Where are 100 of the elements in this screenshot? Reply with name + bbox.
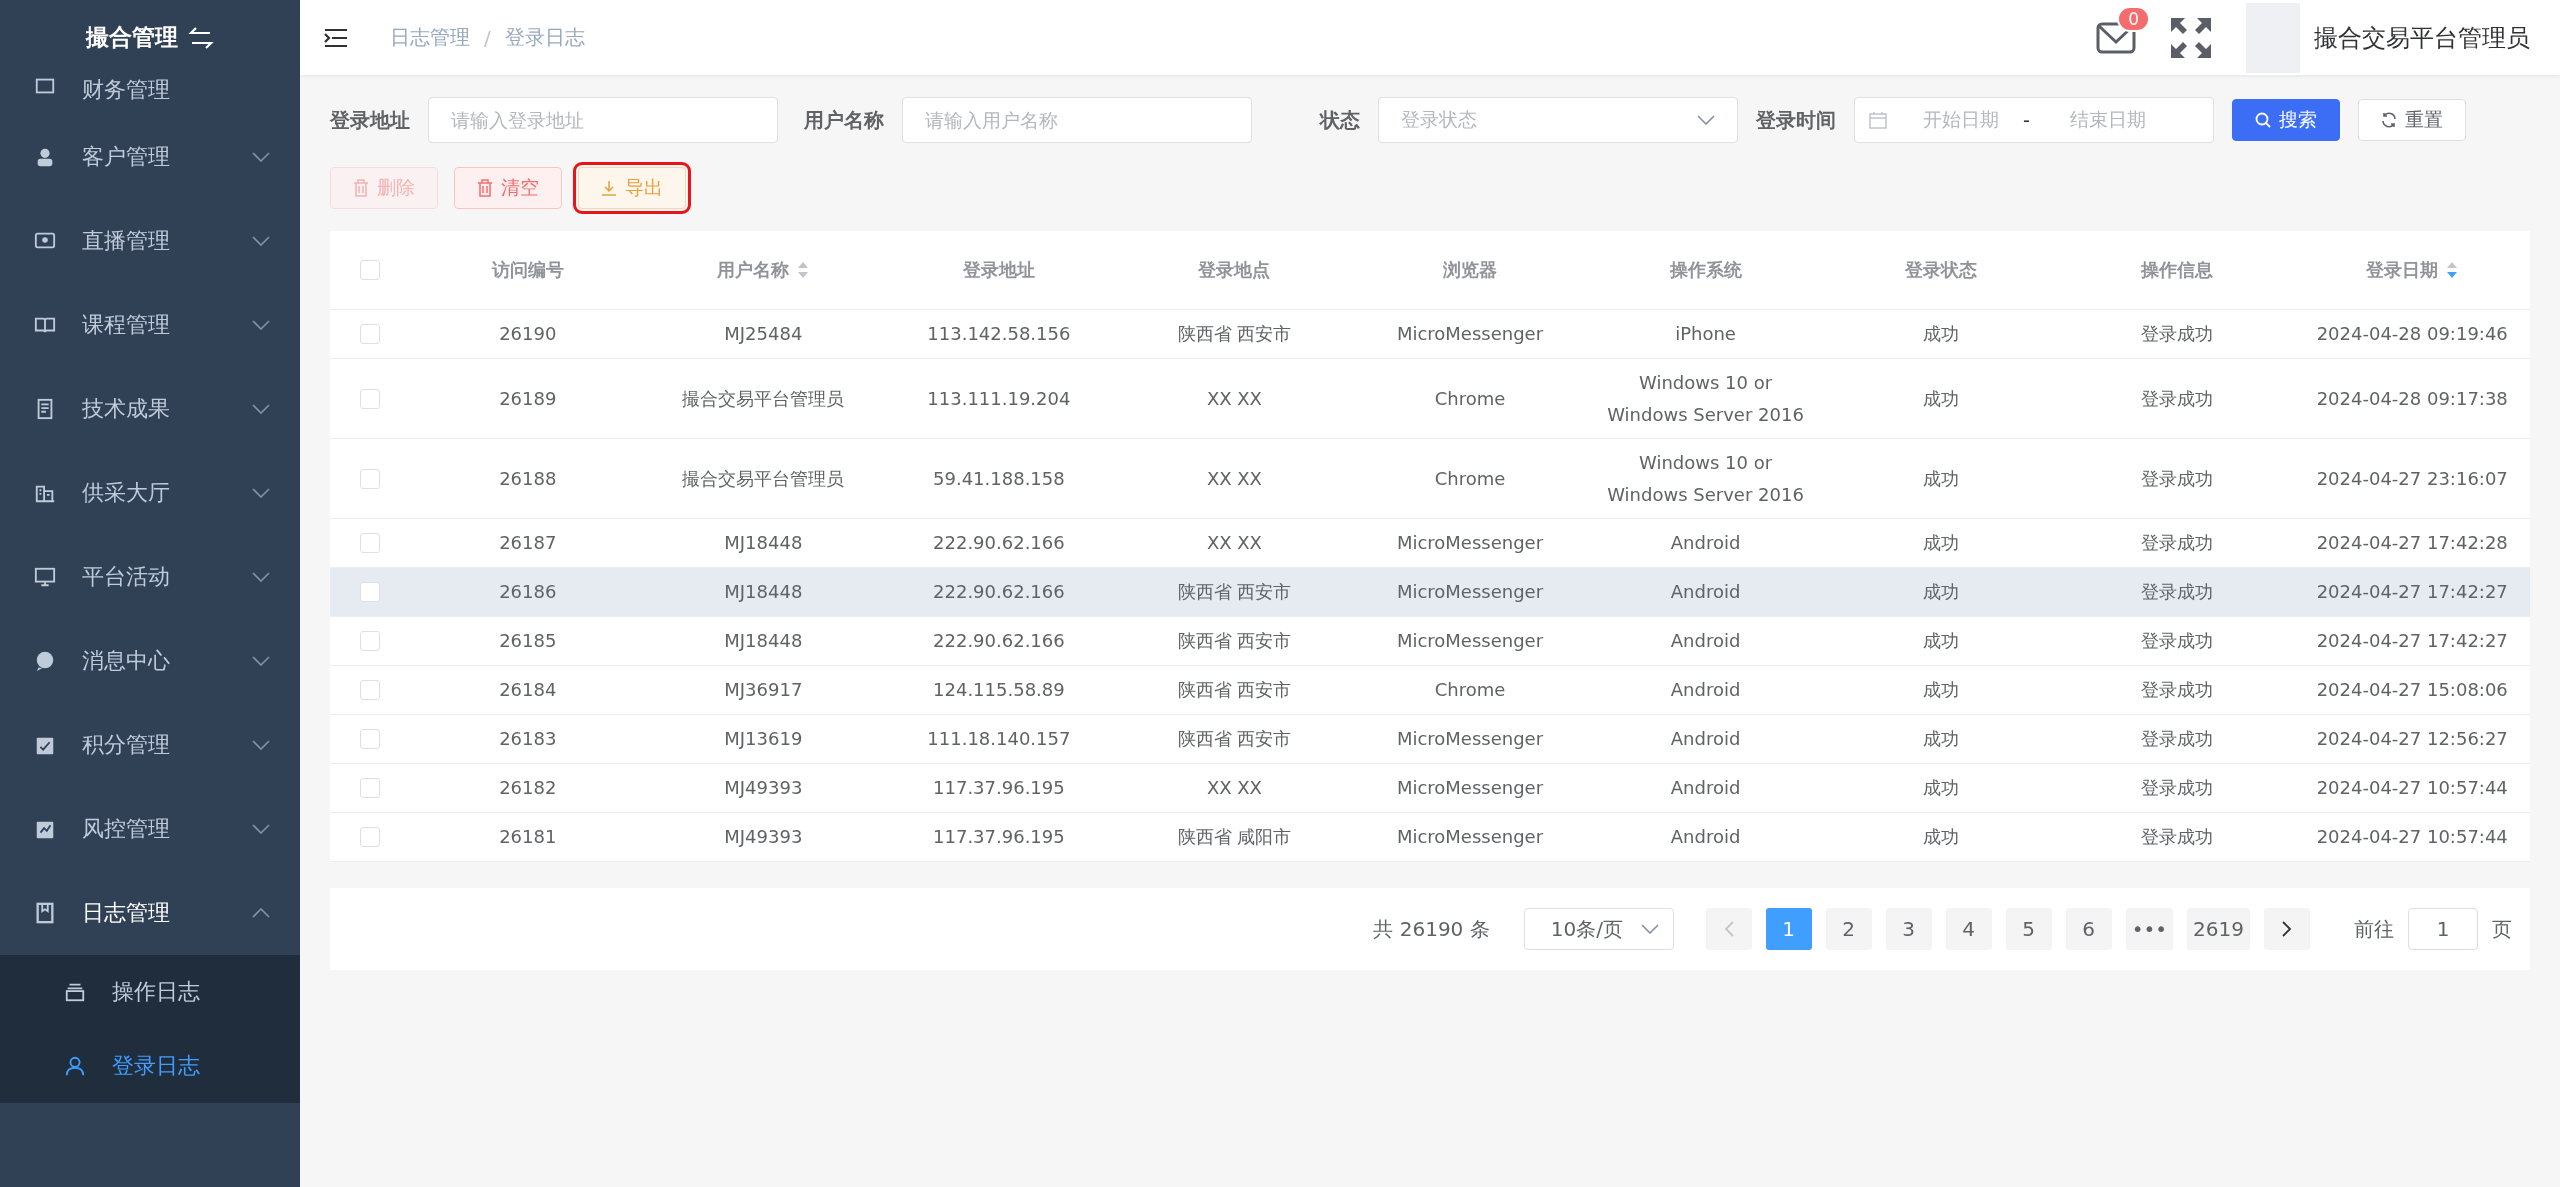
page-size-select[interactable]: 10条/页 [1523, 908, 1674, 950]
chevron-down-icon [252, 824, 270, 834]
table-cell-text: 成功 [1922, 386, 1961, 411]
download-icon [601, 180, 617, 196]
table-cell-text: Windows 10 or Windows Server 2016 [1606, 371, 1805, 427]
sidebar-item[interactable]: 直播管理 [0, 199, 300, 283]
column-header: 浏览器 [1442, 258, 1498, 282]
fullscreen-icon[interactable] [2170, 16, 2212, 59]
row-checkbox[interactable] [360, 582, 380, 602]
chevron-down-icon [252, 236, 270, 246]
page-button[interactable]: 3 [1885, 908, 1932, 950]
table-cell-text: 26184 [498, 678, 558, 703]
row-checkbox[interactable] [360, 778, 380, 798]
page-button[interactable]: 6 [2065, 908, 2112, 950]
table-cell-text: 124.115.58.89 [932, 678, 1066, 703]
table-cell-text: 陕西省 咸阳市 [1176, 825, 1293, 850]
sidebar-item[interactable]: 消息中心 [0, 619, 300, 703]
sort-icon[interactable] [797, 261, 810, 279]
search-icon [2255, 112, 2271, 128]
sidebar-item[interactable]: 风控管理 [0, 787, 300, 871]
table-cell-text: 成功 [1922, 466, 1961, 491]
table-cell-text: 113.111.19.204 [926, 386, 1072, 411]
table-cell-text: 2024-04-27 23:16:07 [2315, 466, 2509, 491]
search-button[interactable]: 搜索 [2232, 99, 2340, 141]
table-cell-text: 成功 [1922, 727, 1961, 752]
table-cell-text: 26187 [498, 531, 558, 556]
menu-icon[interactable] [324, 27, 348, 48]
table-cell-text: Android [1669, 727, 1742, 752]
table-cell-text: MJ25484 [723, 322, 804, 347]
table-cell-text: MicroMessenger [1395, 825, 1545, 850]
row-checkbox[interactable] [360, 827, 380, 847]
swap-icon[interactable] [188, 26, 214, 49]
row-checkbox[interactable] [360, 388, 380, 409]
table-cell-text: MicroMessenger [1395, 322, 1545, 347]
table-cell-text: MJ18448 [723, 580, 804, 605]
table-cell-text: MicroMessenger [1395, 727, 1545, 752]
sidebar-subitem[interactable]: 登录日志 [0, 1029, 300, 1103]
filter-label: 状态 [1320, 106, 1360, 134]
table-cell-text: 26186 [498, 580, 558, 605]
page-button[interactable]: 2 [1825, 908, 1872, 950]
row-checkbox[interactable] [360, 680, 380, 700]
screen-icon [34, 566, 56, 588]
date-range-picker[interactable]: 开始日期 - 结束日期 [1854, 97, 2214, 143]
sidebar-item[interactable]: 供采大厅 [0, 451, 300, 535]
row-checkbox[interactable] [360, 631, 380, 651]
reset-button[interactable]: 重置 [2358, 99, 2466, 141]
sidebar-item[interactable]: 技术成果 [0, 367, 300, 451]
table-cell-text: 222.90.62.166 [932, 531, 1066, 556]
table-cell-text: 26181 [498, 825, 558, 850]
table-cell-text: 2024-04-28 09:19:46 [2315, 322, 2509, 347]
page-button[interactable]: ••• [2125, 908, 2174, 950]
table-cell-text: 陕西省 西安市 [1176, 727, 1293, 752]
sort-icon[interactable] [2446, 261, 2459, 279]
table-cell-text: 陕西省 西安市 [1176, 678, 1293, 703]
sidebar-item[interactable]: 日志管理 [0, 871, 300, 955]
sidebar-item[interactable]: 平台活动 [0, 535, 300, 619]
table-cell-text: 撮合交易平台管理员 [681, 466, 846, 491]
table-cell-text: Chrome [1433, 466, 1507, 491]
row-checkbox[interactable] [360, 729, 380, 749]
row-checkbox[interactable] [360, 533, 380, 553]
table-cell-text: MicroMessenger [1395, 531, 1545, 556]
table-cell-text: 成功 [1922, 531, 1961, 556]
chevron-down-icon [252, 740, 270, 750]
table-cell-text: 2024-04-27 12:56:27 [2315, 727, 2509, 752]
table-cell-text: 撮合交易平台管理员 [681, 386, 846, 411]
chevron-down-icon [252, 404, 270, 414]
sidebar-item[interactable]: 财务管理 [0, 75, 300, 115]
chevron-right-icon [2282, 921, 2292, 937]
table-cell-text: 59.41.188.158 [932, 466, 1066, 491]
table-cell-text: 2024-04-27 17:42:28 [2315, 531, 2509, 556]
page-button[interactable]: 2619 [2187, 908, 2250, 950]
table-cell-text: Android [1669, 825, 1742, 850]
sidebar-item[interactable]: 课程管理 [0, 283, 300, 367]
table-row[interactable]: 26186 MJ18448 222.90.62.166 陕西省 西安市 MicroMessenger Android 成功 登录成功 2024-04-27 17:42:27 [330, 568, 2530, 617]
table-cell-text: 成功 [1922, 629, 1961, 654]
table-cell-text: XX XX [1205, 466, 1263, 491]
table-cell-text: 26189 [498, 386, 558, 411]
table-cell-text: 2024-04-27 17:42:27 [2315, 580, 2509, 605]
filter-label: 用户名称 [804, 106, 884, 134]
breadcrumb-separator: / [484, 25, 491, 50]
user-name[interactable]: 撮合交易平台管理员 [2314, 21, 2530, 54]
page-unit: 页 [2492, 915, 2512, 943]
next-page-button[interactable] [2264, 908, 2310, 950]
text-input[interactable]: 请输入登录地址 [428, 97, 778, 143]
table-cell-text: 登录成功 [2139, 386, 2214, 411]
row-checkbox[interactable] [360, 324, 380, 344]
total-count: 共 26190 条 [1373, 915, 1490, 943]
sidebar-subitem[interactable]: 操作日志 [0, 955, 300, 1029]
sidebar-item[interactable]: 客户管理 [0, 115, 300, 199]
table-cell-text: 成功 [1922, 580, 1961, 605]
text-input[interactable]: 请输入用户名称 [902, 97, 1252, 143]
table-cell-text: Android [1669, 678, 1742, 703]
page-button[interactable]: 4 [1945, 908, 1992, 950]
row-checkbox[interactable] [360, 468, 380, 489]
page-input[interactable]: 1 [2408, 908, 2478, 950]
page-button[interactable]: 5 [2005, 908, 2052, 950]
chevron-down-icon [1697, 115, 1715, 125]
sidebar-item[interactable]: 积分管理 [0, 703, 300, 787]
table-cell-text: MicroMessenger [1395, 776, 1545, 801]
select-all-checkbox[interactable] [360, 260, 380, 280]
